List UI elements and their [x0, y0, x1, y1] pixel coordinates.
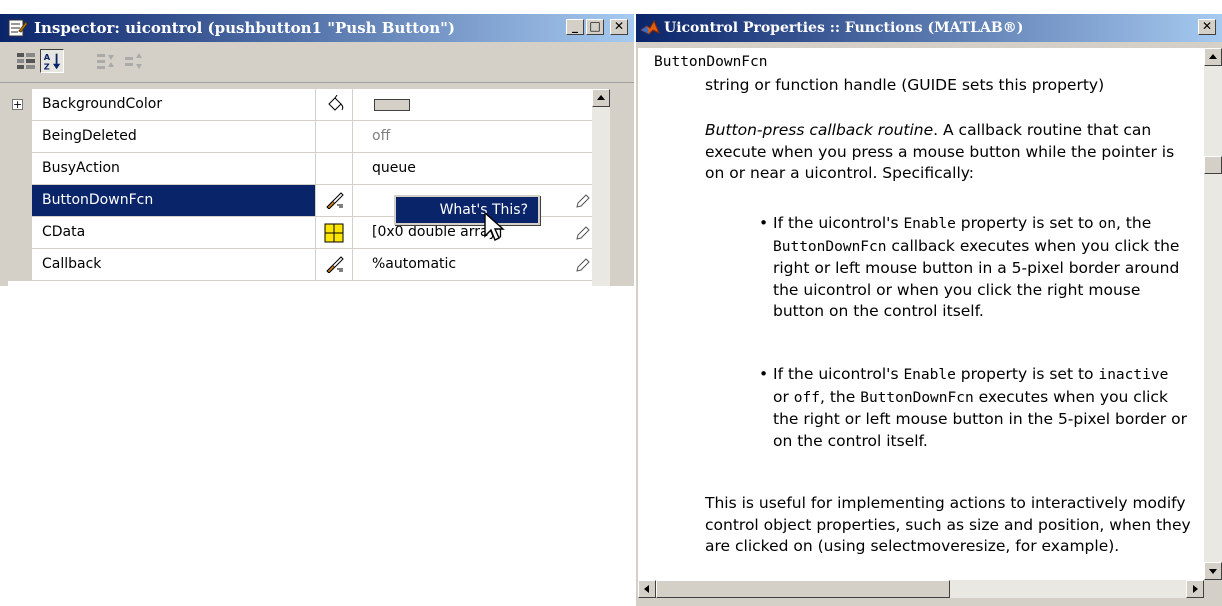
- property-row-callback[interactable]: Callback %automatic: [8, 249, 608, 281]
- arrow-left-icon: [644, 585, 649, 593]
- row-gutter: [8, 153, 32, 185]
- property-value-text: [0x0 double array]: [372, 224, 503, 240]
- bullet-dot: •: [759, 214, 769, 232]
- help-text: If the uicontrol's: [773, 365, 904, 383]
- row-gutter: [8, 249, 32, 281]
- pencil-icon[interactable]: [576, 258, 590, 272]
- property-row-busyaction[interactable]: BusyAction queue: [8, 153, 608, 185]
- scroll-right-button[interactable]: [1186, 580, 1204, 598]
- arrow-down-icon: [1209, 569, 1217, 574]
- inspector-title: Inspector: uicontrol (pushbutton1 "Push …: [34, 19, 456, 37]
- property-value-text: %automatic: [372, 256, 457, 272]
- property-value: off: [372, 128, 391, 144]
- arrow-right-icon: [1193, 585, 1198, 593]
- row-gutter: +: [8, 89, 32, 121]
- property-row-backgroundcolor[interactable]: + BackgroundColor: [8, 89, 608, 121]
- help-title: Uicontrol Properties :: Functions (MATLA…: [664, 20, 1024, 36]
- property-icon-cell: [316, 249, 353, 280]
- callback-editor-icon[interactable]: [325, 255, 345, 273]
- help-text: If the uicontrol's: [773, 214, 904, 232]
- alphabetical-icon[interactable]: A Z: [40, 49, 64, 73]
- help-vertical-scrollbar[interactable]: [1204, 48, 1222, 580]
- help-property-type: string or function handle (GUIDE sets th…: [705, 76, 1105, 94]
- help-text: selectmoveresize: [870, 537, 1006, 555]
- help-text: , the: [1115, 214, 1152, 232]
- categorized-icon[interactable]: [14, 49, 38, 73]
- inspector-toolbar: A Z: [0, 42, 634, 83]
- scroll-thumb[interactable]: [1204, 156, 1222, 174]
- help-text: , for example).: [1005, 537, 1120, 555]
- scroll-up-button[interactable]: [1204, 48, 1222, 66]
- property-icon-cell: [316, 217, 353, 248]
- inspector-close-button[interactable]: ✕: [610, 19, 628, 35]
- inspector-vertical-scrollbar[interactable]: [592, 89, 610, 286]
- color-swatch[interactable]: [374, 99, 410, 111]
- callback-editor-icon[interactable]: [325, 191, 345, 209]
- help-description-title: Button-press callback routine: [705, 121, 934, 139]
- property-icon-cell: [316, 89, 353, 120]
- arrow-up-icon: [597, 95, 605, 100]
- property-name: ButtonDownFcn: [32, 185, 316, 216]
- help-text: property is set to: [955, 214, 1099, 232]
- help-description: Button-press callback routine. A callbac…: [705, 120, 1193, 185]
- color-grid-icon[interactable]: [324, 223, 344, 243]
- inspector-titlebar[interactable]: Inspector: uicontrol (pushbutton1 "Push …: [0, 14, 634, 42]
- help-code: ButtonDownFcn: [860, 389, 974, 406]
- property-icon-cell: [316, 153, 353, 184]
- help-close-button[interactable]: ✕: [1198, 19, 1216, 35]
- help-code: inactive: [1098, 367, 1169, 383]
- help-code: Enable: [903, 216, 956, 232]
- pencil-icon[interactable]: [576, 226, 590, 240]
- maximize-button[interactable]: □: [586, 19, 604, 35]
- scroll-left-button[interactable]: [638, 580, 656, 598]
- expand-all-icon[interactable]: [94, 49, 118, 73]
- property-icon-cell: [316, 121, 353, 152]
- help-bullet-1: • If the uicontrol's Enable property is …: [759, 213, 1188, 323]
- svg-text:Z: Z: [44, 61, 50, 71]
- pencil-icon[interactable]: [576, 194, 590, 208]
- arrow-up-icon: [1209, 54, 1217, 59]
- property-name: Callback: [32, 249, 316, 280]
- bullet-dot: •: [759, 365, 769, 383]
- help-code: Enable: [903, 367, 956, 383]
- help-code: off: [793, 389, 820, 406]
- collapse-all-icon[interactable]: [122, 49, 146, 73]
- row-gutter: [8, 217, 32, 249]
- mouse-cursor-icon: [484, 212, 505, 241]
- help-property-name: ButtonDownFcn: [654, 54, 768, 70]
- size-grip[interactable]: [1204, 580, 1222, 598]
- help-horizontal-scrollbar[interactable]: [638, 580, 1204, 598]
- row-gutter: [8, 121, 32, 153]
- context-menu-whats-this[interactable]: What's This?: [394, 195, 540, 225]
- property-name: BeingDeleted: [32, 121, 316, 152]
- help-code: ButtonDownFcn: [773, 238, 887, 255]
- matlab-logo-icon: [640, 19, 660, 35]
- property-grid: + BackgroundColor BeingDeleted off BusyA…: [8, 89, 608, 286]
- help-text: property is set to: [955, 365, 1099, 383]
- minimize-button[interactable]: _: [566, 19, 584, 35]
- help-text: , the: [820, 387, 861, 406]
- expand-toggle[interactable]: +: [12, 99, 23, 110]
- paint-bucket-icon[interactable]: [325, 95, 345, 113]
- scroll-thumb[interactable]: [656, 580, 950, 598]
- help-bullet-2: • If the uicontrol's Enable property is …: [759, 364, 1188, 452]
- property-value-text: queue: [372, 160, 416, 176]
- property-name: BusyAction: [32, 153, 316, 184]
- property-value[interactable]: %automatic: [360, 249, 600, 280]
- help-content: ButtonDownFcn string or function handle …: [638, 48, 1204, 598]
- property-value[interactable]: [360, 89, 600, 120]
- help-text: or: [773, 387, 794, 406]
- help-footer: This is useful for implementing actions …: [705, 493, 1193, 558]
- inspector-icon: [8, 19, 28, 37]
- property-value-dropdown[interactable]: queue: [360, 153, 608, 184]
- scroll-down-button[interactable]: [1204, 562, 1222, 580]
- property-name: BackgroundColor: [32, 89, 316, 120]
- property-row-beingdeleted[interactable]: BeingDeleted off: [8, 121, 608, 153]
- help-titlebar[interactable]: Uicontrol Properties :: Functions (MATLA…: [636, 14, 1222, 42]
- row-gutter: [8, 185, 32, 217]
- property-icon-cell: [316, 185, 353, 216]
- property-name: CData: [32, 217, 316, 248]
- help-code: on: [1098, 216, 1116, 232]
- scroll-up-button[interactable]: [592, 89, 610, 107]
